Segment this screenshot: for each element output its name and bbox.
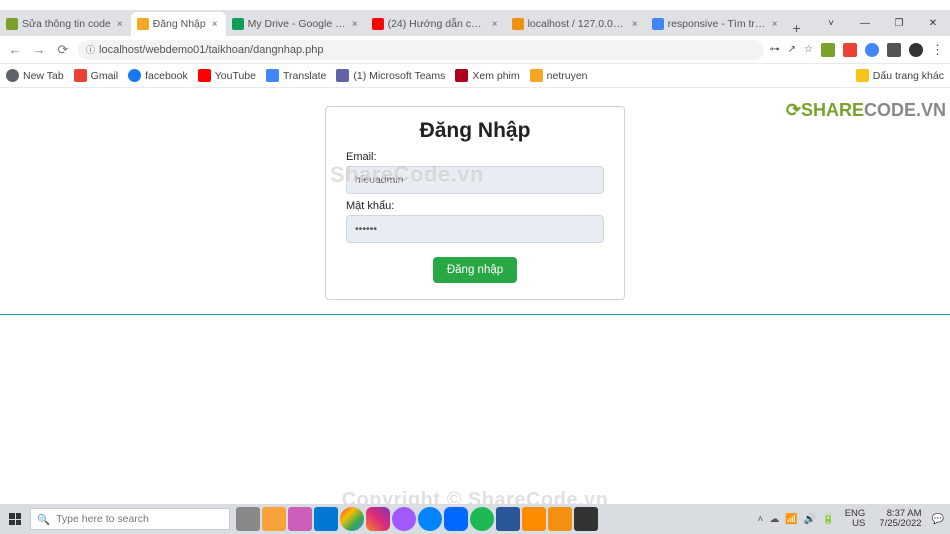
email-field[interactable] [346, 166, 604, 194]
close-icon[interactable]: × [115, 19, 125, 30]
bookmark-item[interactable]: netruyen [530, 69, 588, 82]
taskbar-app-icon[interactable] [574, 507, 598, 531]
page-content: ⟳SHARECODE.VN Đăng Nhập Email: Mật khẩu:… [0, 106, 950, 522]
clock[interactable]: 8:37 AM7/25/2022 [875, 509, 925, 530]
taskbar-app-icon[interactable] [444, 507, 468, 531]
battery-icon[interactable]: 🔋 [822, 514, 834, 525]
close-icon[interactable]: × [490, 19, 500, 30]
tab-1[interactable]: Đăng Nhập× [131, 12, 226, 36]
bookmark-item[interactable]: (1) Microsoft Teams [336, 69, 445, 82]
maximize-button[interactable]: ❐ [882, 10, 916, 36]
tab-0[interactable]: Sửa thông tin code× [0, 12, 131, 36]
bookmark-item[interactable]: Translate [266, 69, 326, 82]
taskbar-app-icon[interactable] [470, 507, 494, 531]
bookmark-item[interactable]: YouTube [198, 69, 256, 82]
divider [0, 314, 950, 315]
taskbar-app-icon[interactable] [496, 507, 520, 531]
bookmark-item[interactable]: New Tab [6, 69, 64, 82]
ext-icon[interactable] [887, 43, 901, 57]
password-field[interactable] [346, 215, 604, 243]
address-bar: ← → ⟳ ⓘ localhost/webdemo01/taikhoan/dan… [0, 36, 950, 64]
url-input[interactable]: ⓘ localhost/webdemo01/taikhoan/dangnhap.… [78, 40, 764, 60]
tab-strip: Sửa thông tin code× Đăng Nhập× My Drive … [0, 10, 950, 36]
brand-logo: ⟳SHARECODE.VN [786, 100, 946, 121]
url-text: localhost/webdemo01/taikhoan/dangnhap.ph… [99, 44, 323, 56]
page-title: Đăng Nhập [346, 119, 604, 143]
taskbar-app-icon[interactable] [340, 507, 364, 531]
taskbar-app-icon[interactable] [262, 507, 286, 531]
forward-button[interactable]: → [30, 42, 48, 57]
bookmark-item[interactable]: Xem phim [455, 69, 519, 82]
close-icon[interactable]: × [630, 19, 640, 30]
new-tab-button[interactable]: + [786, 20, 808, 36]
ext-icon[interactable] [821, 43, 835, 57]
ext-icon[interactable] [843, 43, 857, 57]
close-button[interactable]: ✕ [916, 10, 950, 36]
taskbar-search[interactable]: 🔍Type here to search [30, 508, 230, 530]
reload-button[interactable]: ⟳ [54, 42, 72, 58]
back-button[interactable]: ← [6, 42, 24, 57]
tab-2[interactable]: My Drive - Google Drive× [226, 12, 366, 36]
wifi-icon[interactable]: 📶 [785, 514, 797, 525]
taskbar-app-icon[interactable] [288, 507, 312, 531]
cloud-icon[interactable]: ☁ [769, 514, 779, 525]
taskbar-app-icon[interactable] [392, 507, 416, 531]
taskbar-app-icon[interactable] [366, 507, 390, 531]
login-form: Đăng Nhập Email: Mật khẩu: Đăng nhập [325, 106, 625, 300]
bookmark-item[interactable]: Gmail [74, 69, 118, 82]
star-icon[interactable]: ☆ [804, 44, 813, 55]
other-bookmarks[interactable]: Dấu trang khác [856, 69, 944, 82]
share-icon[interactable]: ↗ [788, 44, 796, 55]
avatar[interactable] [909, 43, 923, 57]
minimize-button[interactable]: — [848, 10, 882, 36]
start-button[interactable] [0, 504, 30, 534]
notifications-icon[interactable]: 💬 [932, 514, 944, 525]
close-icon[interactable]: × [350, 19, 360, 30]
tab-5[interactable]: responsive - Tìm trên Goog× [646, 12, 786, 36]
login-button[interactable]: Đăng nhập [433, 257, 517, 283]
site-info-icon[interactable]: ⓘ [86, 43, 95, 56]
tab-3[interactable]: (24) Hướng dẫn cài đặt full× [366, 12, 506, 36]
ext-icon[interactable] [865, 43, 879, 57]
menu-icon[interactable]: ⋮ [931, 42, 944, 58]
taskbar-app-icon[interactable] [314, 507, 338, 531]
taskbar: 🔍Type here to search ˄ ☁ 📶 🔊 🔋 ENGUS 8:3… [0, 504, 950, 534]
taskbar-app-icon[interactable] [522, 507, 546, 531]
email-label: Email: [346, 151, 604, 163]
bookmark-item[interactable]: facebook [128, 69, 188, 82]
close-icon[interactable]: × [210, 19, 220, 30]
chevron-down-icon[interactable]: ˅ [814, 10, 848, 36]
tab-4[interactable]: localhost / 127.0.0.1 / nhak× [506, 12, 646, 36]
tray-chevron-icon[interactable]: ˄ [757, 514, 763, 525]
bookmarks-bar: New Tab Gmail facebook YouTube Translate… [0, 64, 950, 88]
close-icon[interactable]: × [770, 19, 780, 30]
lang-indicator[interactable]: ENGUS [841, 509, 870, 530]
volume-icon[interactable]: 🔊 [804, 514, 816, 525]
search-icon: 🔍 [37, 513, 50, 526]
taskbar-app-icon[interactable] [548, 507, 572, 531]
password-label: Mật khẩu: [346, 200, 604, 212]
taskbar-app-icon[interactable] [418, 507, 442, 531]
key-icon[interactable]: ⊶ [770, 44, 780, 55]
task-view-icon[interactable] [236, 507, 260, 531]
